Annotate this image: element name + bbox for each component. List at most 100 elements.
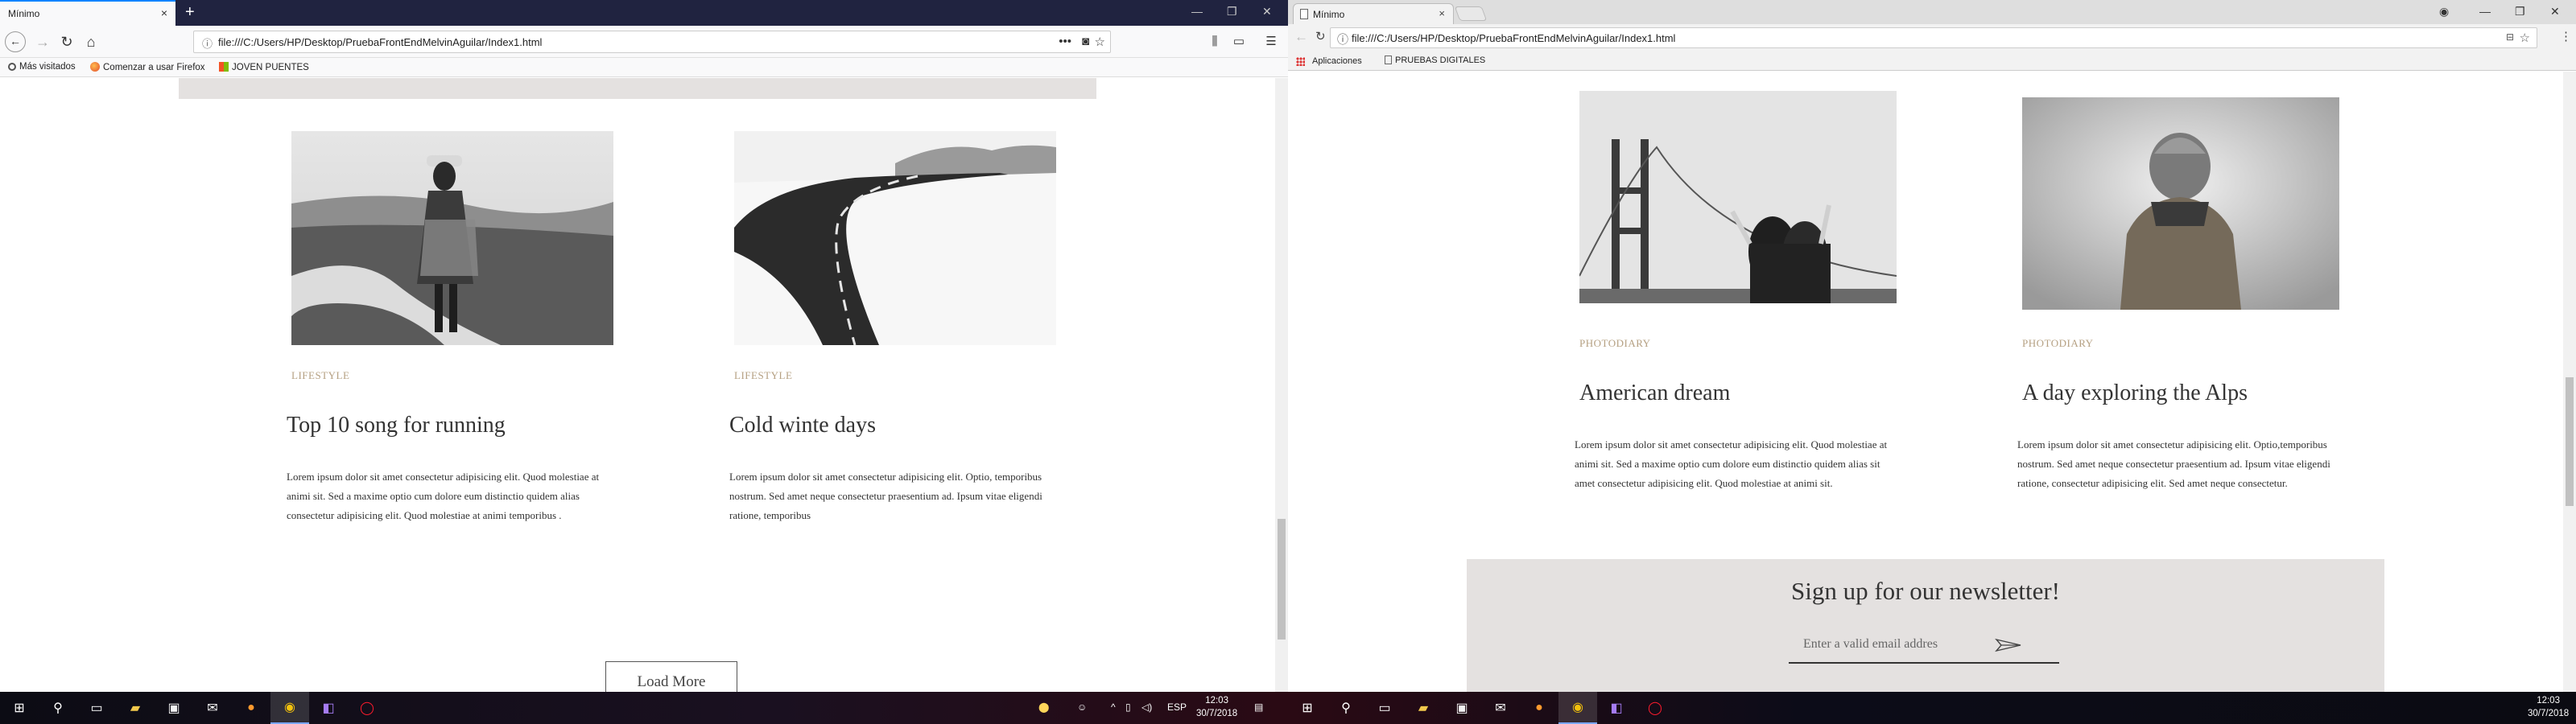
- chrome-window: Mínimo × ◉ — ❐ ✕ ← → ⓘ file:///C:/Users/…: [1288, 0, 2576, 692]
- tray-app-icon[interactable]: ⬤: [1038, 701, 1049, 713]
- task-view-icon[interactable]: ▭: [1365, 692, 1404, 724]
- bookmark-star-icon[interactable]: ☆: [1095, 35, 1105, 49]
- page-scrollbar[interactable]: [1275, 78, 1288, 692]
- firefox-icon: [90, 62, 100, 72]
- taskbar-right: ⊞ ⚲ ▭ ▰ ▣ ✉ ● ◉ ◧ ◯ 12:03 30/7/2018: [1288, 692, 2576, 724]
- start-icon[interactable]: ⊞: [1288, 692, 1327, 724]
- taskbar-left: ⊞ ⚲ ▭ ▰ ▣ ✉ ● ◉ ◧ ◯ ⬤ ☺ ^ ▯ ◁) ESP 12:03…: [0, 692, 1288, 724]
- start-icon[interactable]: ⊞: [0, 692, 39, 724]
- info-icon[interactable]: ⓘ: [1337, 31, 1348, 47]
- new-tab-icon[interactable]: +: [185, 3, 195, 21]
- chrome-tab[interactable]: Mínimo ×: [1293, 3, 1454, 24]
- task-view-icon[interactable]: ▭: [77, 692, 116, 724]
- document-icon: [1385, 56, 1392, 64]
- chrome-bookmarks-bar: Aplicaciones PRUEBAS DIGITALES: [1288, 51, 2576, 71]
- file-explorer-icon[interactable]: ▰: [116, 692, 155, 724]
- translate-icon[interactable]: ⊟: [2506, 31, 2514, 43]
- taskbar-clock[interactable]: 12:03 30/7/2018: [2528, 694, 2569, 720]
- chrome-taskbar-icon[interactable]: ◉: [1558, 692, 1597, 724]
- search-icon[interactable]: ⚲: [1327, 692, 1365, 724]
- post-category[interactable]: PHOTODIARY: [2022, 337, 2094, 350]
- post-image-golden-gate[interactable]: [1579, 91, 1897, 303]
- restore-icon[interactable]: ❐: [1227, 5, 1237, 19]
- sidebar-icon[interactable]: ▭: [1228, 32, 1249, 53]
- taskbar-clock[interactable]: 12:03 30/7/2018: [1196, 694, 1237, 720]
- bookmark-star-icon[interactable]: ☆: [2520, 31, 2530, 45]
- url-bar[interactable]: ⓘ file:///C:/Users/HP/Desktop/PruebaFron…: [193, 31, 1111, 53]
- store-icon[interactable]: ▣: [1443, 692, 1481, 724]
- close-window-icon[interactable]: ✕: [1262, 5, 1272, 19]
- bookmark-pruebas-digitales[interactable]: PRUEBAS DIGITALES: [1385, 56, 1485, 65]
- post-image-road[interactable]: [734, 131, 1056, 345]
- visual-studio-icon[interactable]: ◧: [309, 692, 348, 724]
- firefox-bookmarks-bar: Más visitados Comenzar a usar Firefox JO…: [0, 58, 1288, 77]
- profile-icon[interactable]: ◉: [2439, 5, 2449, 19]
- mail-icon[interactable]: ✉: [193, 692, 232, 724]
- bookmark-apps[interactable]: Aplicaciones: [1312, 56, 1362, 66]
- home-icon[interactable]: ⌂: [80, 32, 101, 53]
- post-title[interactable]: Top 10 song for running: [287, 413, 506, 438]
- post-category[interactable]: LIFESTYLE: [291, 369, 349, 382]
- page-scrollbar[interactable]: [2563, 72, 2576, 692]
- mail-icon[interactable]: ✉: [1481, 692, 1520, 724]
- minimize-icon[interactable]: —: [1191, 5, 1203, 18]
- send-icon[interactable]: [1995, 638, 2022, 655]
- network-icon[interactable]: ▯: [1125, 701, 1131, 713]
- forward-icon[interactable]: →: [32, 32, 53, 53]
- scrollbar-thumb[interactable]: [1278, 519, 1286, 640]
- opera-icon[interactable]: ◯: [1636, 692, 1674, 724]
- menu-icon[interactable]: ☰: [1261, 32, 1282, 53]
- close-tab-icon[interactable]: ×: [1439, 7, 1445, 19]
- bookmark-most-visited[interactable]: Más visitados: [8, 62, 76, 72]
- minimize-icon[interactable]: —: [2479, 5, 2491, 18]
- post-title[interactable]: American dream: [1579, 381, 1730, 406]
- page-actions-icon[interactable]: •••: [1059, 35, 1071, 48]
- bookmark-getting-started[interactable]: Comenzar a usar Firefox: [90, 62, 205, 72]
- back-icon[interactable]: ←: [1294, 29, 1308, 45]
- menu-icon[interactable]: ⋮: [2560, 29, 2572, 43]
- new-tab-button[interactable]: [1454, 6, 1488, 21]
- post-excerpt: Lorem ipsum dolor sit amet consectetur a…: [2017, 438, 2330, 489]
- reload-icon[interactable]: ↻: [1315, 29, 1326, 43]
- chrome-tab-strip: Mínimo × ◉ — ❐ ✕: [1288, 0, 2576, 24]
- newsletter-form: [1789, 628, 2059, 664]
- search-icon[interactable]: ⚲: [39, 692, 77, 724]
- firefox-tab[interactable]: Mínimo ×: [0, 0, 175, 26]
- post-title[interactable]: A day exploring the Alps: [2022, 381, 2248, 406]
- language-indicator[interactable]: ESP: [1167, 701, 1187, 713]
- restore-icon[interactable]: ❐: [2515, 5, 2525, 19]
- post-excerpt: Lorem ipsum dolor sit amet consectetur a…: [1575, 438, 1888, 489]
- firefox-taskbar-icon[interactable]: ●: [232, 692, 270, 724]
- url-text: file:///C:/Users/HP/Desktop/PruebaFrontE…: [218, 36, 543, 48]
- close-window-icon[interactable]: ✕: [2550, 5, 2560, 19]
- volume-icon[interactable]: ◁): [1141, 701, 1152, 713]
- tab-title: Mínimo: [8, 8, 40, 19]
- firefox-taskbar-icon[interactable]: ●: [1520, 692, 1558, 724]
- library-icon[interactable]: ⫼: [1204, 32, 1225, 53]
- opera-icon[interactable]: ◯: [348, 692, 386, 724]
- close-tab-icon[interactable]: ×: [161, 6, 167, 19]
- back-icon[interactable]: ←: [5, 31, 26, 52]
- visual-studio-icon[interactable]: ◧: [1597, 692, 1636, 724]
- chrome-taskbar-icon[interactable]: ◉: [270, 692, 309, 724]
- post-image-running[interactable]: [291, 131, 613, 345]
- bookmark-joven-puentes[interactable]: JOVEN PUENTES: [219, 62, 309, 72]
- info-icon[interactable]: ⓘ: [202, 35, 213, 51]
- file-explorer-icon[interactable]: ▰: [1404, 692, 1443, 724]
- pocket-icon[interactable]: ◙: [1082, 35, 1089, 48]
- notifications-icon[interactable]: ▤: [1254, 701, 1263, 713]
- email-input[interactable]: [1789, 628, 2014, 660]
- post-category[interactable]: PHOTODIARY: [1579, 337, 1651, 350]
- scrollbar-thumb[interactable]: [2566, 377, 2574, 506]
- gear-icon: [8, 63, 16, 71]
- page-viewport: LIFESTYLE Top 10 song for running Lorem …: [0, 78, 1275, 692]
- people-icon[interactable]: ☺: [1077, 701, 1087, 713]
- load-more-button[interactable]: Load More: [605, 661, 737, 692]
- show-hidden-icons[interactable]: ^: [1111, 701, 1116, 713]
- post-category[interactable]: LIFESTYLE: [734, 369, 792, 382]
- reload-icon[interactable]: ↻: [56, 32, 77, 53]
- store-icon[interactable]: ▣: [155, 692, 193, 724]
- post-image-alps[interactable]: [2022, 97, 2339, 310]
- url-bar[interactable]: ⓘ file:///C:/Users/HP/Desktop/PruebaFron…: [1330, 27, 2537, 48]
- post-title[interactable]: Cold winte days: [729, 413, 876, 438]
